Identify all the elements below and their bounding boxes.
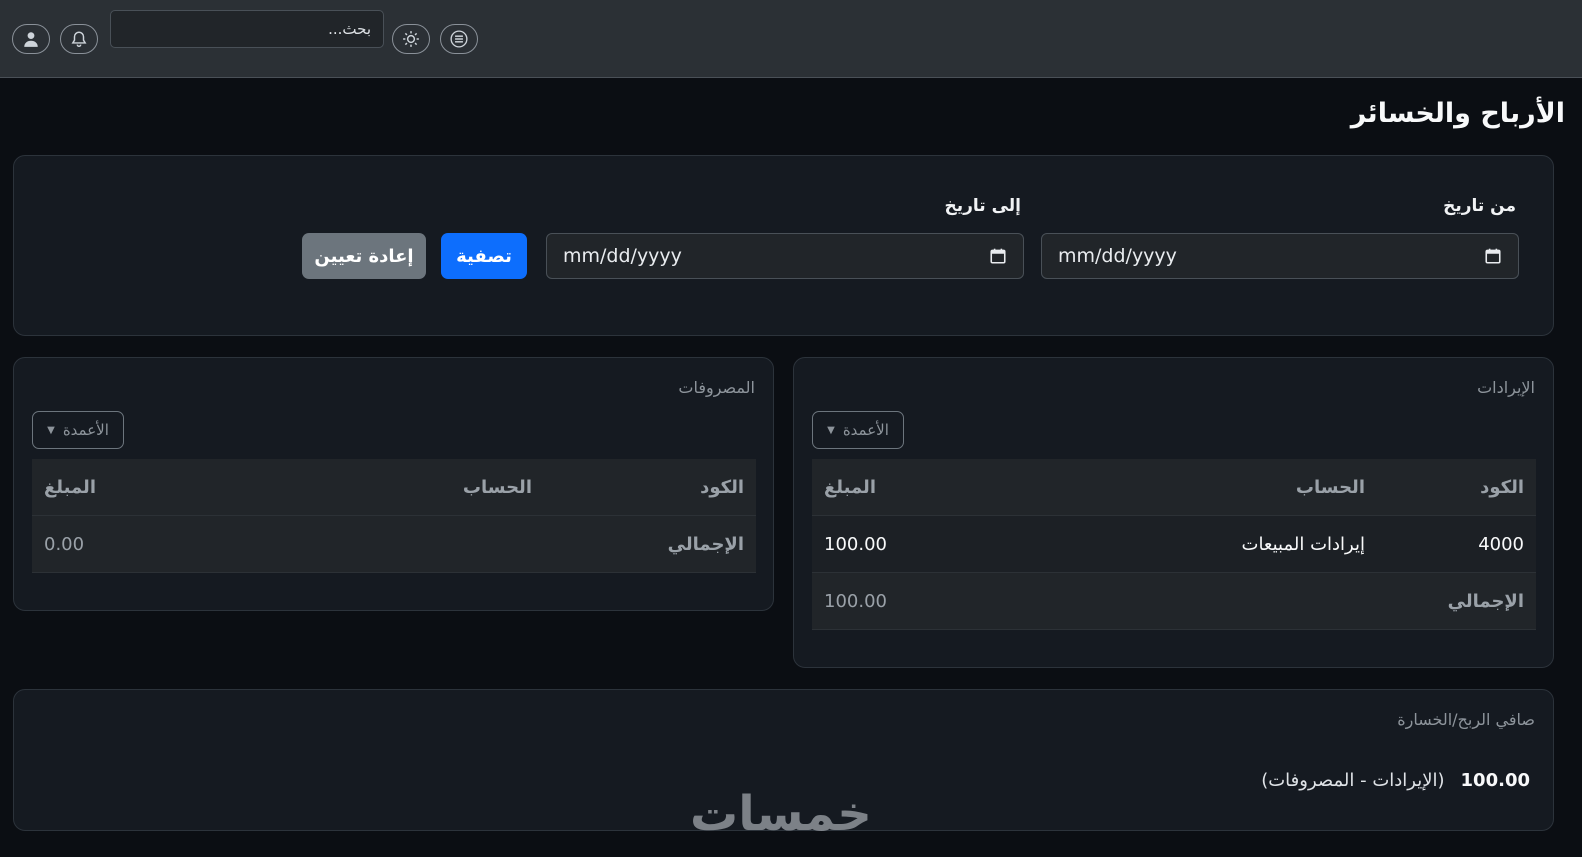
revenue-title: الإيرادات [1477, 378, 1535, 397]
total-label: الإجمالي [1447, 591, 1524, 612]
net-profit-line: 100.00 (الإيرادات - المصروفات) [1261, 770, 1530, 791]
row-amount: 100.00 [824, 534, 887, 555]
user-menu-button[interactable] [12, 24, 50, 54]
sidebar-toggle-button[interactable] [440, 24, 478, 54]
total-amount: 100.00 [824, 591, 887, 612]
table-header-row: الكود الحساب المبلغ [812, 459, 1536, 516]
columns-button-label: الأعمدة [842, 421, 889, 439]
row-account: إيرادات المبيعات [1241, 534, 1366, 555]
table-header-row: الكود الحساب المبلغ [32, 459, 756, 516]
table-total-row: الإجمالي 100.00 [812, 573, 1536, 630]
theme-toggle-button[interactable] [392, 24, 430, 54]
search-input[interactable] [110, 10, 384, 48]
expenses-columns-button[interactable]: الأعمدة ▼ [32, 411, 124, 449]
caret-down-icon: ▼ [827, 424, 835, 436]
sun-icon [403, 31, 419, 47]
from-date-value: mm/dd/yyyy [1058, 245, 1177, 267]
expenses-title: المصروفات [678, 378, 755, 397]
user-icon [24, 32, 38, 47]
from-date-label: من تاريخ [1443, 196, 1516, 216]
column-header-amount[interactable]: المبلغ [44, 459, 96, 516]
to-date-label: إلى تاريخ [944, 196, 1021, 216]
column-header-account[interactable]: الحساب [463, 459, 532, 516]
column-header-amount[interactable]: المبلغ [824, 459, 876, 516]
revenue-columns-button[interactable]: الأعمدة ▼ [812, 411, 904, 449]
column-header-account[interactable]: الحساب [1296, 459, 1365, 516]
column-header-code[interactable]: الكود [1480, 459, 1524, 516]
to-date-value: mm/dd/yyyy [563, 245, 682, 267]
to-date-input[interactable]: mm/dd/yyyy [546, 233, 1024, 279]
top-navbar [0, 0, 1582, 78]
filter-button[interactable]: تصفية [441, 233, 527, 279]
column-header-code[interactable]: الكود [700, 459, 744, 516]
revenue-card: الإيرادات الأعمدة ▼ الكود الحساب المبلغ … [793, 357, 1554, 668]
total-amount: 0.00 [44, 534, 85, 555]
page-title: الأرباح والخسائر [1350, 98, 1565, 129]
caret-down-icon: ▼ [47, 424, 55, 436]
revenue-table: الكود الحساب المبلغ 4000 إيرادات المبيعا… [812, 459, 1536, 631]
menu-icon [450, 30, 468, 48]
bell-icon [71, 31, 87, 47]
from-date-input[interactable]: mm/dd/yyyy [1041, 233, 1519, 279]
calendar-icon[interactable] [1484, 247, 1502, 265]
table-total-row: الإجمالي 0.00 [32, 516, 756, 573]
calendar-icon[interactable] [989, 247, 1007, 265]
expenses-card: المصروفات الأعمدة ▼ الكود الحساب المبلغ … [13, 357, 774, 611]
notifications-button[interactable] [60, 24, 98, 54]
net-profit-title: صافي الربح/الخسارة [1397, 710, 1535, 729]
watermark-logo: خمسات [690, 786, 872, 842]
columns-button-label: الأعمدة [62, 421, 109, 439]
net-profit-value: 100.00 [1460, 770, 1530, 791]
expenses-table: الكود الحساب المبلغ الإجمالي 0.00 [32, 459, 756, 574]
total-label: الإجمالي [667, 534, 744, 555]
reset-button[interactable]: إعادة تعيين [302, 233, 426, 279]
row-code: 4000 [1478, 534, 1524, 555]
net-profit-formula: (الإيرادات - المصروفات) [1261, 770, 1445, 791]
table-row[interactable]: 4000 إيرادات المبيعات 100.00 [812, 516, 1536, 573]
